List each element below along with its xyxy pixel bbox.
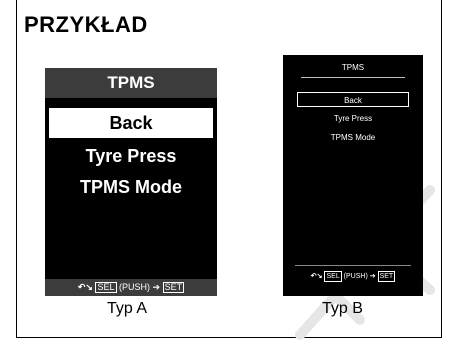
page-title: PRZYKŁAD — [24, 12, 148, 37]
sel-key-label: SEL — [95, 282, 117, 293]
menu-item-tyre-press[interactable]: Tyre Press — [297, 111, 409, 126]
screen-a-header: TPMS — [45, 68, 217, 98]
menu-item-back[interactable]: Back — [297, 92, 409, 107]
right-arrow-icon: ➔ — [369, 273, 376, 280]
push-label: (PUSH) — [343, 273, 368, 280]
footer-divider — [295, 265, 411, 266]
screen-b-footer: ↶↘ SEL (PUSH) ➔ SET — [283, 270, 423, 284]
caption-type-b: Typ B — [322, 300, 363, 317]
screen-a-footer: ↶↘ SEL (PUSH) ➔ SET — [45, 279, 217, 296]
screen-b-header: TPMS — [341, 63, 365, 72]
right-arrow-icon: ➔ — [152, 282, 161, 292]
menu-item-tpms-mode[interactable]: TPMS Mode — [297, 130, 409, 145]
menu-item-tpms-mode[interactable]: TPMS Mode — [49, 172, 213, 202]
menu-item-tyre-press[interactable]: Tyre Press — [49, 141, 213, 171]
back-arrow-icon: ↶↘ — [310, 273, 323, 280]
caption-type-a: Typ A — [107, 300, 148, 317]
screen-type-b: TPMS Back Tyre Press TPMS Mode ↶↘ SEL (P… — [283, 55, 423, 296]
header-divider — [301, 77, 405, 78]
set-key-label: SET — [162, 282, 185, 293]
set-key-label: SET — [377, 271, 396, 282]
menu-item-back[interactable]: Back — [49, 108, 213, 138]
back-arrow-icon: ↶↘ — [77, 282, 93, 292]
screen-type-a: TPMS Back Tyre Press TPMS Mode ↶↘ SEL (P… — [45, 68, 217, 296]
sel-key-label: SEL — [324, 271, 342, 282]
push-label: (PUSH) — [119, 282, 151, 292]
